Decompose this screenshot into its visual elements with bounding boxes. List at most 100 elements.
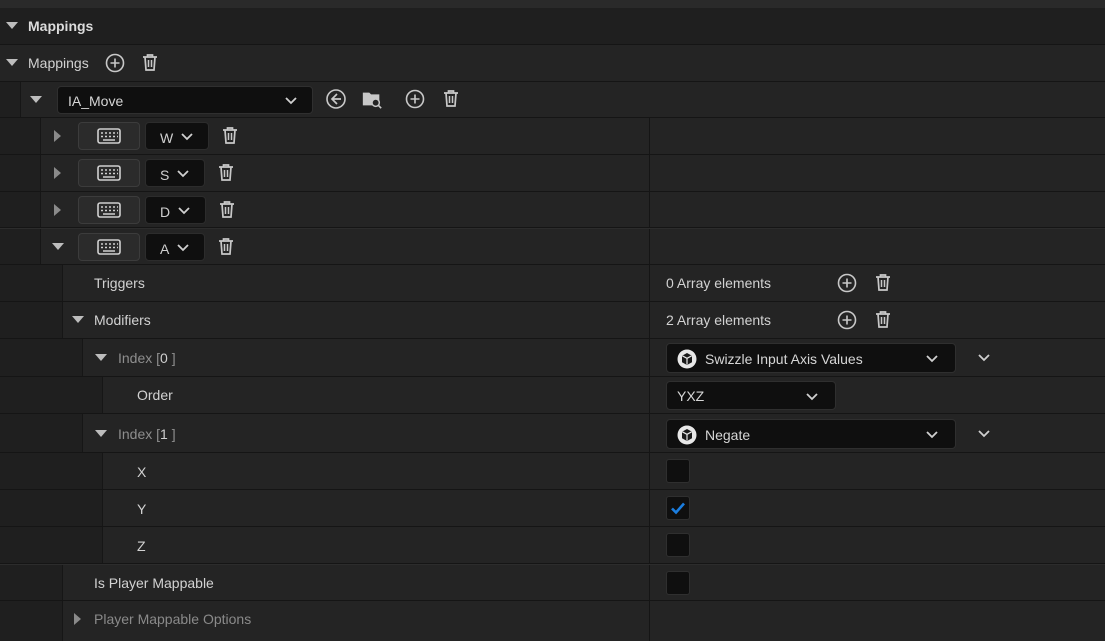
column-divider <box>649 302 650 338</box>
expand-arrow-icon[interactable] <box>74 613 81 625</box>
key-mapping-row-w: W <box>0 118 1105 155</box>
key-select[interactable]: W <box>145 122 209 150</box>
chevron-down-icon <box>181 133 193 141</box>
trash-icon <box>143 54 157 71</box>
plus-circle-icon <box>837 310 857 330</box>
chevron-down-icon <box>926 431 938 439</box>
add-trigger-button[interactable] <box>836 272 858 294</box>
indent-guide <box>20 302 41 338</box>
modifiers-row: Modifiers 2 Array elements <box>0 302 1105 339</box>
delete-key-button[interactable] <box>216 199 238 221</box>
collapse-arrow-icon[interactable] <box>95 354 107 361</box>
column-divider <box>649 229 650 264</box>
indent-guide <box>0 565 21 600</box>
modifiers-count: 2 Array elements <box>666 312 772 328</box>
key-value: A <box>160 241 170 257</box>
modifier-class-value: Swizzle Input Axis Values <box>705 351 863 367</box>
trash-icon <box>219 164 233 181</box>
expand-arrow-icon[interactable] <box>6 59 18 66</box>
modifier-class-select[interactable]: Swizzle Input Axis Values <box>666 343 956 373</box>
key-select[interactable]: A <box>145 233 205 261</box>
column-divider <box>649 377 650 413</box>
expand-arrow-icon[interactable] <box>30 96 42 103</box>
player-mappable-options-row[interactable]: Player Mappable Options <box>0 601 1105 641</box>
details-header[interactable]: Mappings <box>0 0 1105 45</box>
clear-triggers-button[interactable] <box>872 272 894 294</box>
y-checkbox[interactable] <box>666 496 690 520</box>
add-modifier-button[interactable] <box>836 309 858 331</box>
keyboard-button[interactable] <box>78 196 140 224</box>
key-select[interactable]: S <box>145 159 205 187</box>
triggers-row: Triggers 0 Array elements <box>0 265 1105 302</box>
indent-guide <box>40 302 63 338</box>
input-action-select[interactable]: IA_Move <box>57 86 313 114</box>
collapse-arrow-icon[interactable] <box>6 22 18 29</box>
key-select[interactable]: D <box>145 196 206 224</box>
z-checkbox[interactable] <box>666 533 690 557</box>
section-title: Mappings <box>28 18 94 34</box>
order-value: YXZ <box>677 388 705 404</box>
keyboard-button[interactable] <box>78 233 140 261</box>
indent-guide <box>82 453 103 489</box>
expand-arrow-icon[interactable] <box>54 167 61 179</box>
indent-guide <box>0 265 21 301</box>
indent-guide <box>62 414 83 452</box>
delete-all-mappings-button[interactable] <box>139 52 161 74</box>
plus-circle-icon <box>837 273 857 293</box>
browse-asset-button[interactable] <box>361 88 383 110</box>
x-checkbox[interactable] <box>666 459 690 483</box>
collapse-arrow-icon[interactable] <box>52 243 64 250</box>
order-label: Order <box>137 387 173 403</box>
cube-class-icon <box>677 349 697 369</box>
expand-arrow-icon[interactable] <box>54 204 61 216</box>
chevron-down-icon <box>978 354 990 362</box>
trash-icon <box>223 127 237 144</box>
input-action-value: IA_Move <box>68 93 124 109</box>
keyboard-button[interactable] <box>78 159 140 187</box>
plus-circle-icon <box>105 53 125 73</box>
add-mapping-button[interactable] <box>104 52 126 74</box>
keyboard-icon <box>97 128 121 144</box>
trash-icon <box>220 201 234 218</box>
column-divider <box>649 339 650 376</box>
keyboard-icon <box>97 165 121 181</box>
modifier-index-0-row: Index [0 ] Swizzle Input Axis Values <box>0 339 1105 377</box>
indent-guide <box>62 377 83 413</box>
is-player-mappable-checkbox[interactable] <box>666 571 690 595</box>
keyboard-button[interactable] <box>78 122 140 150</box>
indent-guide <box>62 490 83 526</box>
add-key-button[interactable] <box>404 88 426 110</box>
mappings-row: Mappings <box>0 45 1105 82</box>
action-mapping-row: IA_Move <box>0 82 1105 118</box>
collapse-arrow-icon[interactable] <box>72 316 84 323</box>
clear-modifiers-button[interactable] <box>872 309 894 331</box>
triggers-count: 0 Array elements <box>666 275 772 291</box>
column-divider <box>649 118 650 154</box>
folder-search-icon <box>362 92 382 109</box>
trash-icon <box>444 90 458 107</box>
indent-guide <box>20 192 41 227</box>
delete-action-mapping-button[interactable] <box>440 88 462 110</box>
player-mappable-options-label: Player Mappable Options <box>94 611 252 627</box>
indent-guide <box>0 601 21 641</box>
indent-guide <box>20 490 41 526</box>
indent-guide <box>40 453 63 489</box>
collapse-arrow-icon[interactable] <box>95 430 107 437</box>
delete-key-button[interactable] <box>215 236 237 258</box>
indent-guide <box>0 155 21 191</box>
indent-guide <box>0 339 21 376</box>
delete-key-button[interactable] <box>215 162 237 184</box>
expand-arrow-icon[interactable] <box>54 130 61 142</box>
use-selected-asset-button[interactable] <box>325 88 347 110</box>
order-select[interactable]: YXZ <box>666 381 836 410</box>
delete-key-button[interactable] <box>219 125 241 147</box>
modifier-options-dropdown[interactable] <box>973 347 995 369</box>
indent-guide <box>20 565 41 600</box>
mappings-label: Mappings <box>28 55 89 71</box>
indent-guide <box>0 229 21 264</box>
indent-guide <box>40 414 63 452</box>
modifier-class-select[interactable]: Negate <box>666 419 956 449</box>
modifier-options-dropdown[interactable] <box>973 423 995 445</box>
index-label: Index [0 ] <box>118 350 176 366</box>
index-label: Index [1 ] <box>118 426 176 442</box>
